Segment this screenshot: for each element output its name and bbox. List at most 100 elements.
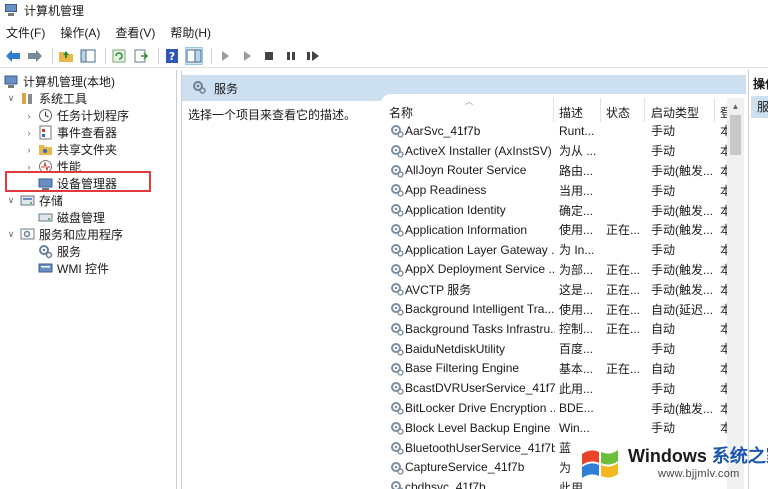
expand-chevron-icon[interactable]: ∨	[6, 195, 16, 206]
service-name: AVCTP 服务	[405, 282, 472, 297]
service-gear-icon	[390, 183, 404, 197]
service-gear-icon	[390, 144, 404, 158]
service-description: 为 In...	[559, 243, 595, 258]
watermark-brand-windows: Windows	[628, 446, 707, 466]
up-folder-icon[interactable]	[57, 47, 75, 65]
menu-file[interactable]: 文件(F)	[6, 24, 45, 41]
tree-item-label: 服务	[57, 245, 82, 259]
menu-help[interactable]: 帮助(H)	[170, 24, 211, 41]
service-name: Base Filtering Engine	[405, 361, 520, 376]
service-row[interactable]: Base Filtering Engine 基本... 正在... 自动本	[381, 359, 730, 379]
toolbar: ?	[0, 44, 768, 68]
service-name: CaptureService_41f7b	[405, 460, 525, 475]
service-gear-icon	[390, 124, 404, 138]
window-title: 计算机管理	[24, 3, 85, 18]
expand-chevron-icon[interactable]: ∨	[6, 229, 16, 240]
tree-item[interactable]: 磁盘管理	[24, 209, 105, 226]
service-startup-type: 手动(触发...	[651, 282, 713, 297]
start-service-alt-icon[interactable]	[238, 47, 256, 65]
service-name: AppX Deployment Service ...	[405, 262, 555, 277]
column-divider[interactable]	[553, 98, 554, 122]
refresh-icon[interactable]	[110, 47, 128, 65]
service-description: 路由...	[559, 163, 594, 178]
actions-item-services[interactable]: 服务	[751, 96, 768, 118]
service-gear-icon	[390, 263, 404, 277]
collapse-chevron-icon[interactable]: ›	[24, 128, 34, 138]
collapse-chevron-icon[interactable]: ›	[24, 162, 34, 172]
service-row[interactable]: BitLocker Drive Encryption ... BDE... 手动(触…	[381, 398, 730, 418]
pause-service-icon[interactable]	[282, 47, 300, 65]
service-row[interactable]: AarSvc_41f7b Runt... 手动本	[381, 121, 730, 141]
storage-icon	[20, 193, 35, 208]
collapse-chevron-icon[interactable]: ›	[24, 145, 34, 155]
expand-chevron-icon[interactable]: ∨	[6, 93, 16, 104]
service-name: Background Intelligent Tra...	[405, 302, 555, 317]
start-service-icon[interactable]	[216, 47, 234, 65]
service-gear-icon	[390, 461, 404, 475]
service-row[interactable]: Block Level Backup Engine ... Win... 手动本	[381, 418, 730, 438]
service-row[interactable]: BaiduNetdiskUtility 百度... 手动本	[381, 339, 730, 359]
service-row[interactable]: Background Tasks Infrastru... 控制... 正在... 自…	[381, 319, 730, 339]
service-row[interactable]: Application Information 使用... 正在... 手动(触发..…	[381, 220, 730, 240]
menu-view[interactable]: 查看(V)	[115, 24, 155, 41]
vertical-scrollbar[interactable]: ▲	[727, 98, 744, 489]
show-hide-tree-icon[interactable]	[79, 47, 97, 65]
collapse-chevron-icon[interactable]: ›	[24, 111, 34, 121]
disk-management-icon	[38, 210, 53, 225]
scroll-up-icon[interactable]: ▲	[727, 98, 744, 114]
service-startup-type: 手动	[651, 144, 676, 159]
system-tools-icon	[20, 91, 35, 106]
tree-item[interactable]: › 事件查看器	[24, 124, 117, 141]
service-status: 正在...	[606, 302, 641, 317]
tree-item[interactable]: WMI 控件	[24, 260, 109, 277]
service-row[interactable]: AllJoyn Router Service 路由... 手动(触发... 本	[381, 161, 730, 181]
actions-pane: 操作 服务	[748, 70, 768, 489]
service-status: 正在...	[606, 322, 641, 337]
tree-item[interactable]: 计算机管理(本地)	[4, 73, 115, 90]
service-row[interactable]: App Readiness 当用... 手动本	[381, 180, 730, 200]
tree-item[interactable]: ∨ 服务和应用程序	[6, 226, 123, 243]
scrollbar-thumb[interactable]	[730, 115, 741, 155]
service-name: BitLocker Drive Encryption ...	[405, 401, 555, 416]
service-name: Background Tasks Infrastru...	[405, 321, 555, 336]
service-row[interactable]: Application Layer Gateway ... 为 In... 手动本	[381, 240, 730, 260]
service-description: Runt...	[559, 123, 595, 138]
service-name: Application Layer Gateway ...	[405, 242, 555, 257]
column-divider[interactable]	[644, 98, 645, 122]
service-description: 确定...	[559, 203, 594, 218]
restart-service-icon[interactable]	[304, 47, 322, 65]
back-arrow-icon[interactable]	[4, 47, 22, 65]
service-row[interactable]: ActiveX Installer (AxInstSV) 为从 ... 手动本	[381, 141, 730, 161]
stop-service-icon[interactable]	[260, 47, 278, 65]
column-divider[interactable]	[714, 98, 715, 122]
service-row[interactable]: AppX Deployment Service ... 为部... 正在... 手动(…	[381, 260, 730, 280]
column-name[interactable]: 名称	[389, 104, 413, 121]
menu-action[interactable]: 操作(A)	[60, 24, 100, 41]
tree-item[interactable]: 服务	[24, 243, 81, 260]
service-gear-icon	[390, 480, 404, 489]
column-startup-type[interactable]: 启动类型	[651, 104, 699, 121]
column-status[interactable]: 状态	[606, 104, 630, 121]
tree-item[interactable]: › 任务计划程序	[24, 107, 129, 124]
tree-item[interactable]: ∨ 系统工具	[6, 90, 87, 107]
service-startup-type: 手动	[651, 183, 676, 198]
title-bar: 计算机管理	[0, 0, 768, 20]
toolbar-separator	[52, 47, 53, 64]
tree-item[interactable]: ∨ 存储	[6, 192, 63, 209]
service-startup-type: 手动(触发...	[651, 203, 713, 218]
svg-text:?: ?	[169, 50, 175, 63]
column-divider[interactable]	[600, 98, 601, 122]
column-description[interactable]: 描述	[559, 104, 583, 121]
service-row[interactable]: Application Identity 确定... 手动(触发... 本	[381, 200, 730, 220]
service-row[interactable]: AVCTP 服务 这是... 正在... 手动(触发... 本	[381, 279, 730, 299]
tree-item[interactable]: › 共享文件夹	[24, 141, 118, 158]
properties-pane-icon[interactable]	[185, 46, 203, 65]
service-row[interactable]: BcastDVRUserService_41f7b 此用... 手动本	[381, 378, 730, 398]
export-list-icon[interactable]	[132, 47, 150, 65]
navigation-tree: 计算机管理(本地) ∨ 系统工具 › 任务计划程序 › 事件查看器 › 共享文件夹 › 性能 设备管理…	[0, 70, 177, 489]
services-list: ︿ 名称 描述 状态 启动类型 登 AarSvc_41f7b Runt... 手动本…	[381, 94, 746, 489]
highlight-box	[5, 171, 151, 192]
help-icon[interactable]: ?	[163, 47, 181, 65]
service-row[interactable]: Background Intelligent Tra... 使用... 正在... 自…	[381, 299, 730, 319]
forward-arrow-icon[interactable]	[26, 47, 44, 65]
